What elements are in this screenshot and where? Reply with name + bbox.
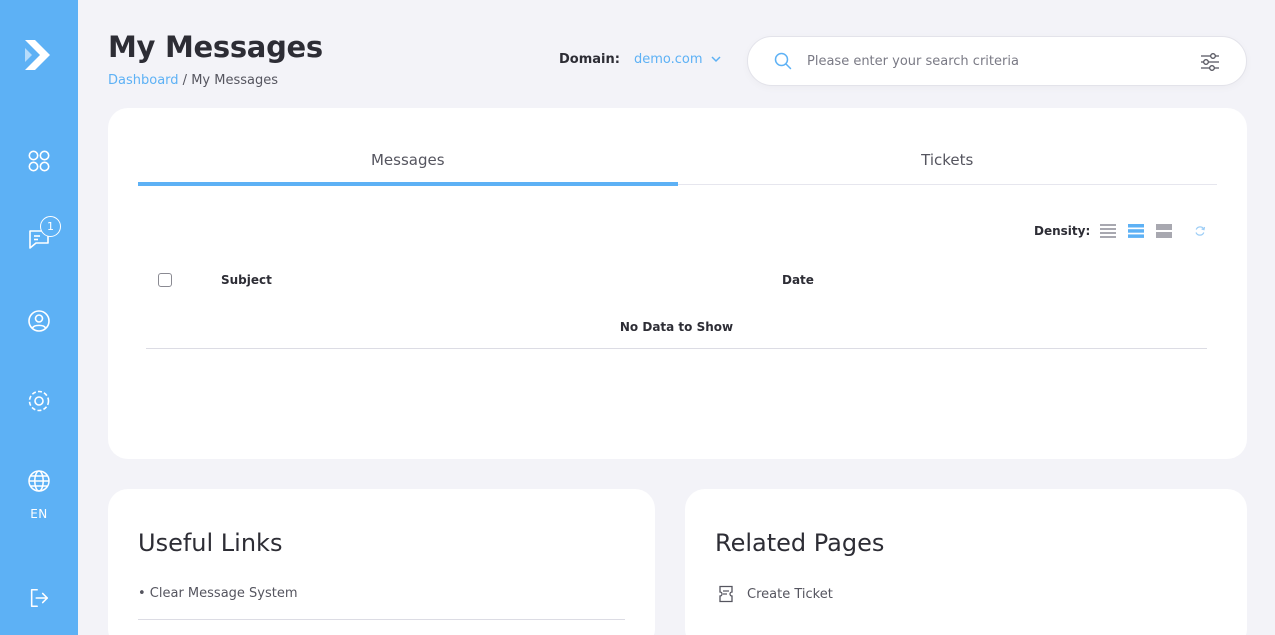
settings-icon[interactable] bbox=[0, 389, 78, 413]
refresh-icon[interactable] bbox=[1194, 225, 1206, 237]
filter-sliders-icon[interactable] bbox=[1199, 51, 1221, 73]
domain-label: Domain: bbox=[559, 52, 620, 67]
ticket-icon bbox=[719, 585, 733, 603]
empty-state-text: No Data to Show bbox=[146, 316, 1207, 349]
density-compact-icon[interactable] bbox=[1100, 223, 1117, 239]
chevron-down-icon[interactable] bbox=[710, 56, 721, 63]
language-label: EN bbox=[30, 507, 48, 521]
breadcrumb-dashboard-link[interactable]: Dashboard bbox=[108, 73, 179, 88]
density-comfortable-icon[interactable] bbox=[1156, 223, 1173, 239]
page-title: My Messages bbox=[108, 30, 323, 64]
search-icon bbox=[774, 52, 792, 70]
breadcrumb: Dashboard / My Messages bbox=[108, 73, 278, 88]
search-input[interactable] bbox=[807, 53, 1187, 69]
density-standard-icon[interactable] bbox=[1128, 223, 1145, 239]
domain-dropdown[interactable]: demo.com bbox=[634, 52, 703, 67]
breadcrumb-separator: / bbox=[182, 73, 188, 88]
messages-card: Messages Tickets Density: Subject Date N… bbox=[108, 108, 1247, 459]
domain-selector: Domain: demo.com bbox=[559, 52, 721, 67]
column-subject[interactable]: Subject bbox=[221, 273, 272, 287]
clear-message-system-link[interactable]: • Clear Message System bbox=[138, 586, 298, 601]
divider bbox=[138, 619, 625, 620]
notification-badge: 1 bbox=[40, 216, 61, 237]
sidebar: 1 EN bbox=[0, 0, 78, 635]
tab-bar: Messages Tickets bbox=[138, 148, 1218, 186]
useful-links-title: Useful Links bbox=[138, 529, 283, 557]
search-bar bbox=[747, 36, 1247, 86]
logo-arrow-icon[interactable] bbox=[0, 36, 78, 74]
select-all-checkbox[interactable] bbox=[158, 273, 172, 287]
language-selector[interactable]: EN bbox=[0, 469, 78, 521]
density-label: Density: bbox=[1034, 224, 1091, 238]
tab-messages[interactable]: Messages bbox=[138, 148, 678, 186]
density-controls: Density: bbox=[1034, 223, 1206, 239]
related-pages-title: Related Pages bbox=[715, 529, 885, 557]
messages-icon[interactable]: 1 bbox=[0, 216, 78, 251]
useful-links-card: Useful Links • Clear Message System bbox=[108, 489, 655, 635]
column-date[interactable]: Date bbox=[782, 273, 814, 287]
create-ticket-label: Create Ticket bbox=[747, 586, 833, 602]
messages-table: Subject Date No Data to Show bbox=[146, 268, 1207, 349]
related-pages-card: Related Pages Create Ticket bbox=[685, 489, 1247, 635]
table-header: Subject Date bbox=[146, 268, 1207, 292]
create-ticket-link[interactable]: Create Ticket bbox=[718, 585, 833, 603]
logout-icon[interactable] bbox=[0, 587, 78, 609]
globe-icon bbox=[28, 470, 50, 492]
tab-tickets[interactable]: Tickets bbox=[678, 148, 1218, 184]
breadcrumb-current: My Messages bbox=[191, 73, 278, 88]
user-profile-icon[interactable] bbox=[0, 309, 78, 333]
apps-grid-icon[interactable] bbox=[0, 149, 78, 173]
